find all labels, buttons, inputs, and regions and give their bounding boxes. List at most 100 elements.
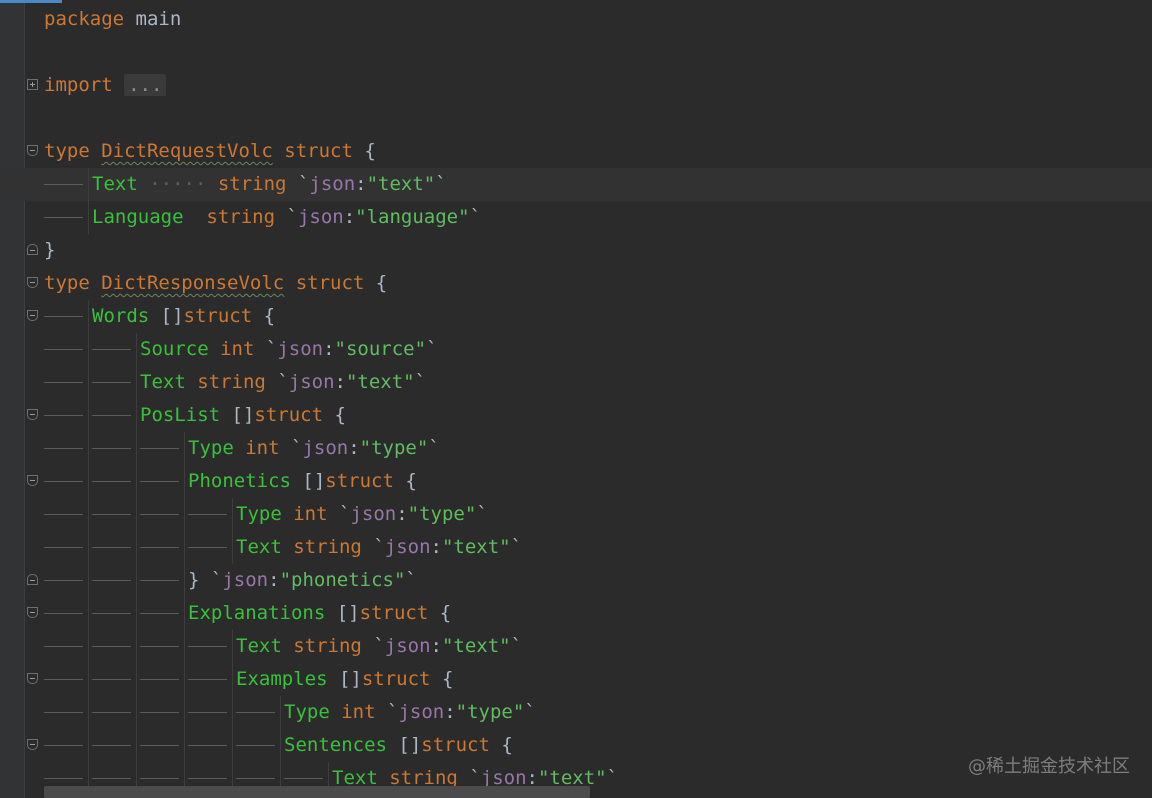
backtick-token: ` <box>414 371 427 393</box>
fold-end-icon[interactable] <box>27 244 38 255</box>
backtick-token: ` <box>373 536 385 558</box>
colon-token: : <box>355 173 367 195</box>
code-line[interactable]: Language string `json:"language"` <box>0 201 1152 234</box>
indent-guide <box>188 663 236 696</box>
code-line[interactable]: Source int `json:"source"` <box>0 333 1152 366</box>
code-line[interactable]: Words []struct { <box>0 300 1152 333</box>
field-name-token: Text <box>140 371 186 393</box>
code-line[interactable]: type DictRequestVolc struct { <box>0 135 1152 168</box>
horizontal-scrollbar[interactable] <box>44 786 590 798</box>
fold-collapse-icon[interactable] <box>27 739 38 750</box>
brace-token: } <box>44 239 56 261</box>
tag-key-token: json <box>384 635 431 657</box>
code-line[interactable]: Text string `json:"text"` <box>0 630 1152 663</box>
fold-collapse-icon[interactable] <box>27 145 38 156</box>
code-line[interactable] <box>0 102 1152 135</box>
code-line[interactable]: PosList []struct { <box>0 399 1152 432</box>
code-line[interactable]: Text ····· string `json:"text"` <box>0 168 1152 201</box>
fold-collapse-icon[interactable] <box>27 475 38 486</box>
fold-collapse-icon[interactable] <box>27 673 38 684</box>
brace-token: } <box>188 569 200 591</box>
tag-value-token: "text" <box>441 635 511 657</box>
fold-collapse-icon[interactable] <box>27 310 38 321</box>
backtick-token: ` <box>339 503 351 525</box>
fold-collapse-icon[interactable] <box>27 277 38 288</box>
brace-token: { <box>263 305 276 327</box>
code-line[interactable]: } <box>0 234 1152 267</box>
code-text: Words []struct { <box>44 300 275 333</box>
code-line[interactable]: } `json:"phonetics"` <box>0 564 1152 597</box>
field-name-token: Type <box>188 437 234 459</box>
code-line[interactable]: import ... <box>0 69 1152 102</box>
keyword-token: struct <box>325 470 394 492</box>
type-token: int <box>293 503 328 525</box>
code-line[interactable]: package main <box>0 3 1152 36</box>
code-line[interactable]: Type int `json:"type"` <box>0 432 1152 465</box>
colon-token: : <box>348 437 360 459</box>
indent-guide <box>44 597 92 630</box>
indent-guide <box>140 465 188 498</box>
tag-value-token: "type" <box>407 503 477 525</box>
fold-end-icon[interactable] <box>27 574 38 585</box>
code-line[interactable]: Phonetics []struct { <box>0 465 1152 498</box>
code-editor[interactable]: package main import ... type DictRequestVo… <box>0 0 1152 798</box>
code-line[interactable]: Text string `json:"text"` <box>0 366 1152 399</box>
fold-expand-icon[interactable] <box>27 79 38 90</box>
field-name-token: Sentences <box>284 734 387 756</box>
code-text: Language string `json:"language"` <box>44 201 481 234</box>
backtick-token: ` <box>297 173 310 195</box>
tag-key-token: json <box>288 371 335 393</box>
code-line[interactable]: Type int `json:"type"` <box>0 696 1152 729</box>
code-line[interactable]: Examples []struct { <box>0 663 1152 696</box>
keyword-token: package <box>44 8 125 30</box>
brace-token: { <box>364 140 376 162</box>
indent-guide <box>92 498 140 531</box>
backtick-token: ` <box>426 338 438 360</box>
brace-token: { <box>501 734 513 756</box>
code-text: Sentences []struct { <box>44 729 513 762</box>
type-token: string <box>293 635 362 657</box>
fold-collapse-icon[interactable] <box>27 409 38 420</box>
field-name-token: Text <box>236 536 282 558</box>
code-line[interactable]: type DictResponseVolc struct { <box>0 267 1152 300</box>
keyword-token: struct <box>183 305 253 327</box>
indent-guide <box>44 366 92 399</box>
brace-token: [] <box>338 668 362 690</box>
fold-collapse-icon[interactable] <box>27 607 38 618</box>
code-text: Text string `json:"text"` <box>44 630 522 663</box>
indent-guide <box>236 696 284 729</box>
code-text: package main <box>44 3 181 36</box>
colon-token: : <box>444 701 456 723</box>
tag-key-token: json <box>297 206 344 228</box>
code-text: } `json:"phonetics"` <box>44 564 417 597</box>
keyword-token: struct <box>254 404 324 426</box>
type-token: int <box>220 338 255 360</box>
code-line[interactable]: Text string `json:"text"` <box>0 531 1152 564</box>
code-text: Text string `json:"text"` <box>44 531 522 564</box>
folded-import-placeholder[interactable]: ... <box>124 74 167 96</box>
backtick-token: ` <box>510 536 523 558</box>
type-name-token: DictResponseVolc <box>101 272 285 294</box>
tag-value-token: "source" <box>334 338 427 360</box>
code-line[interactable]: Type int `json:"type"` <box>0 498 1152 531</box>
field-name-token: Examples <box>236 668 328 690</box>
code-line[interactable]: Explanations []struct { <box>0 597 1152 630</box>
backtick-token: ` <box>524 701 536 723</box>
keyword-token: import <box>44 74 113 96</box>
indent-guide <box>44 168 92 201</box>
whitespace-dots: ····· <box>137 173 218 195</box>
code-line[interactable] <box>0 36 1152 69</box>
